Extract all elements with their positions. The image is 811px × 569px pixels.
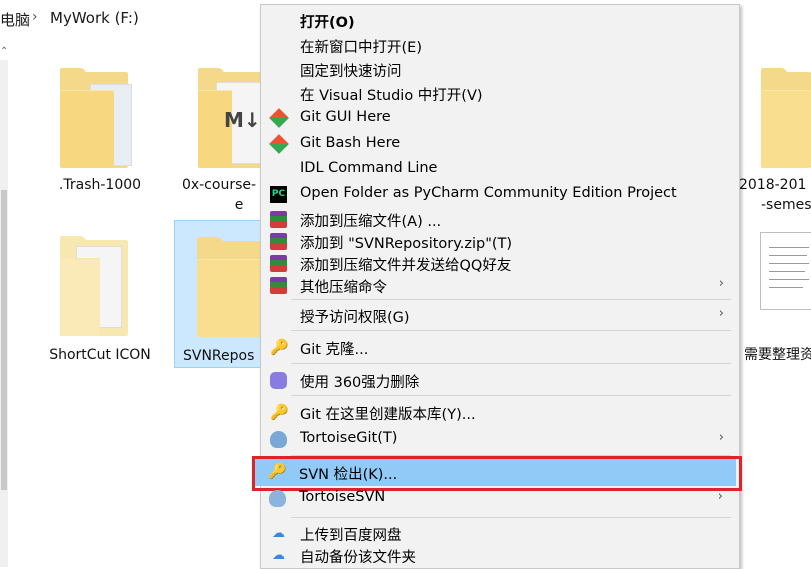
file-label: .Trash-1000 bbox=[58, 177, 142, 193]
folder-svnrepository[interactable]: SVNRepos bbox=[174, 220, 263, 368]
menu-item-label: 打开(O) bbox=[300, 15, 355, 31]
chevron-right-icon: › bbox=[718, 306, 724, 321]
menu-item-label: 添加到压缩文件(A) ... bbox=[300, 214, 442, 230]
annotation-highlight-box bbox=[252, 456, 742, 491]
nav-pane-scrollbar[interactable] bbox=[0, 60, 8, 567]
folder-2018[interactable]: 2018-201 -semes bbox=[735, 64, 811, 214]
winrar-icon bbox=[270, 255, 287, 272]
git-icon bbox=[269, 134, 289, 154]
baidu-netdisk-icon: ☁ bbox=[272, 526, 285, 541]
file-label: 0x-course- bbox=[181, 177, 257, 193]
menu-item-auto-backup[interactable]: ☁ 自动备份该文件夹 bbox=[262, 544, 738, 566]
menu-item-git-gui[interactable]: Git GUI Here bbox=[262, 107, 738, 129]
collapse-arrow-icon[interactable]: ⌃ bbox=[0, 46, 10, 57]
menu-item-label: IDL Command Line bbox=[300, 160, 438, 176]
create-repository-icon: 🔑 bbox=[270, 403, 289, 421]
menu-item-add-to-zip[interactable]: 添加到 "SVNRepository.zip"(T) bbox=[262, 230, 738, 252]
winrar-icon bbox=[270, 277, 287, 294]
menu-item-label: 在新窗口中打开(E) bbox=[300, 40, 422, 56]
winrar-icon bbox=[270, 233, 287, 250]
file-label: 2018-201 bbox=[739, 177, 807, 193]
breadcrumb-segment-drive[interactable]: MyWork (F:) bbox=[50, 9, 139, 27]
menu-separator bbox=[291, 330, 731, 331]
menu-item-label: TortoiseSVN bbox=[299, 489, 386, 505]
menu-item-label: TortoiseGit(T) bbox=[300, 430, 398, 446]
file-label: 需要整理资 bbox=[744, 347, 811, 363]
chevron-right-icon: › bbox=[718, 276, 724, 291]
breadcrumb-chevron-icon[interactable]: › bbox=[32, 9, 38, 25]
winrar-icon bbox=[270, 211, 287, 228]
menu-item-open[interactable]: 打开(O) bbox=[262, 9, 738, 31]
menu-item-label: 在 Visual Studio 中打开(V) bbox=[300, 88, 483, 104]
file-document[interactable]: 需要整理资 bbox=[740, 232, 811, 372]
pycharm-icon: PC bbox=[270, 186, 287, 203]
menu-separator bbox=[291, 395, 731, 396]
menu-item-open-pycharm[interactable]: PC Open Folder as PyCharm Community Edit… bbox=[262, 183, 738, 205]
menu-item-label: 其他压缩命令 bbox=[300, 280, 387, 296]
menu-separator bbox=[291, 517, 731, 518]
tortoisegit-icon bbox=[270, 431, 287, 448]
menu-item-pin-quick-access[interactable]: 固定到快速访问 bbox=[262, 58, 738, 80]
menu-item-label: Git 在这里创建版本库(Y)... bbox=[300, 407, 476, 423]
menu-item-label: Git Bash Here bbox=[300, 135, 401, 151]
chevron-right-icon: › bbox=[717, 489, 723, 504]
menu-item-open-visual-studio[interactable]: 在 Visual Studio 中打开(V) bbox=[262, 82, 738, 104]
menu-item-tortoisegit[interactable]: TortoiseGit(T) › bbox=[262, 428, 738, 450]
baidu-netdisk-icon: ☁ bbox=[272, 548, 285, 563]
menu-item-other-compression[interactable]: 其他压缩命令 › bbox=[262, 274, 738, 296]
menu-item-label: Open Folder as PyCharm Community Edition… bbox=[300, 185, 677, 201]
menu-item-archive-send-qq[interactable]: 添加到压缩文件并发送给QQ好友 bbox=[262, 252, 738, 274]
tortoisesvn-icon bbox=[269, 490, 286, 507]
folder-trash[interactable]: .Trash-1000 bbox=[45, 64, 155, 204]
menu-item-label: 使用 360强力删除 bbox=[300, 375, 420, 391]
menu-separator bbox=[291, 363, 731, 364]
menu-item-git-create-repo[interactable]: 🔑 Git 在这里创建版本库(Y)... bbox=[262, 401, 738, 424]
menu-item-label: 添加到压缩文件并发送给QQ好友 bbox=[300, 258, 512, 274]
menu-item-add-to-archive[interactable]: 添加到压缩文件(A) ... bbox=[262, 208, 738, 230]
menu-item-upload-baidu[interactable]: ☁ 上传到百度网盘 bbox=[262, 522, 738, 544]
menu-item-label: 自动备份该文件夹 bbox=[300, 550, 416, 566]
key-icon: 🔑 bbox=[270, 338, 289, 356]
menu-separator bbox=[291, 299, 731, 300]
file-label-wrap: -semes bbox=[761, 197, 811, 213]
file-label: SVNRepos bbox=[183, 348, 255, 364]
menu-item-360-delete[interactable]: 使用 360强力删除 bbox=[262, 369, 738, 391]
menu-item-idl-command-line[interactable]: IDL Command Line bbox=[262, 158, 738, 180]
menu-item-open-new-window[interactable]: 在新窗口中打开(E) bbox=[262, 34, 738, 56]
menu-item-tortoisesvn[interactable]: TortoiseSVN › bbox=[261, 487, 737, 509]
360-delete-icon bbox=[270, 372, 287, 389]
menu-item-label: Git GUI Here bbox=[300, 109, 391, 125]
menu-item-git-clone[interactable]: 🔑 Git 克隆... bbox=[262, 336, 738, 359]
git-icon bbox=[269, 108, 289, 128]
menu-item-git-bash[interactable]: Git Bash Here bbox=[262, 133, 738, 155]
file-label: ShortCut ICON bbox=[49, 347, 151, 363]
menu-item-label: 上传到百度网盘 bbox=[300, 528, 402, 544]
menu-item-label: 固定到快速访问 bbox=[300, 64, 402, 80]
menu-item-label: 添加到 "SVNRepository.zip"(T) bbox=[300, 236, 513, 252]
breadcrumb-segment-pc[interactable]: 电脑 bbox=[0, 9, 30, 30]
scrollbar-thumb[interactable] bbox=[1, 190, 7, 490]
chevron-right-icon: › bbox=[718, 430, 724, 445]
menu-item-label: Git 克隆... bbox=[300, 342, 369, 358]
folder-shortcut-icon[interactable]: ShortCut ICON bbox=[45, 232, 155, 372]
menu-item-grant-access[interactable]: 授予访问权限(G) › bbox=[262, 304, 738, 326]
document-icon bbox=[760, 232, 811, 310]
menu-item-label: 授予访问权限(G) bbox=[300, 310, 410, 326]
